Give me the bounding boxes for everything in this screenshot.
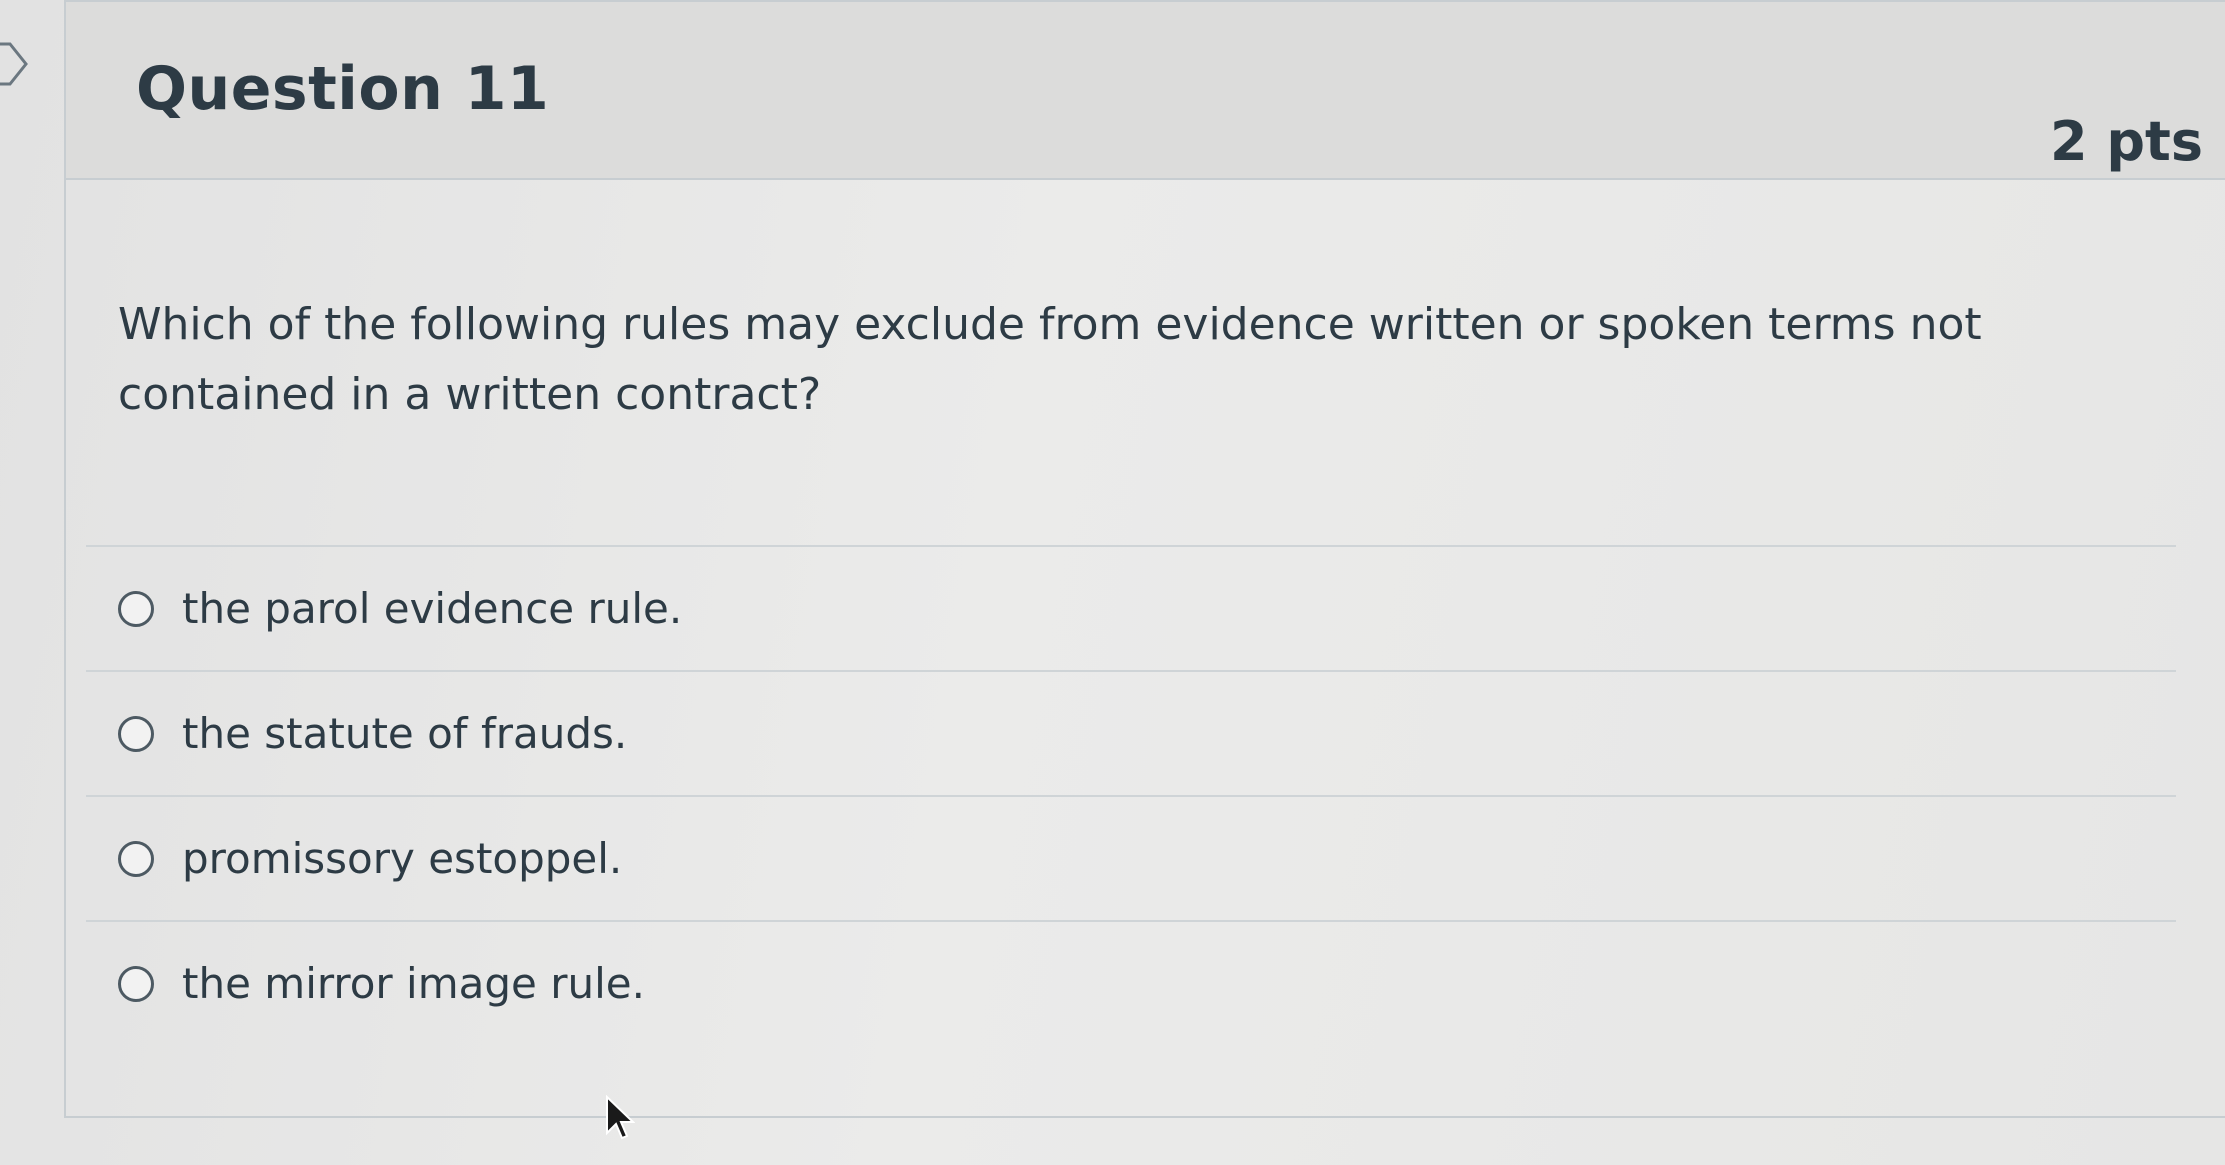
question-points: 2 pts bbox=[2050, 110, 2203, 173]
radio-unselected-icon[interactable] bbox=[118, 590, 154, 627]
flag-icon[interactable] bbox=[0, 42, 28, 86]
radio-unselected-icon[interactable] bbox=[118, 840, 154, 877]
quiz-screen: Question 11 2 pts Which of the following… bbox=[0, 0, 2225, 1165]
radio-unselected-icon[interactable] bbox=[118, 715, 154, 752]
answer-option-3[interactable]: promissory estoppel. bbox=[86, 795, 2176, 920]
mouse-cursor-icon bbox=[606, 1095, 635, 1140]
answer-label[interactable]: the statute of frauds. bbox=[182, 709, 627, 758]
radio-unselected-icon[interactable] bbox=[118, 965, 154, 1002]
question-title: Question 11 bbox=[136, 54, 550, 124]
answer-list: the parol evidence rule. the statute of … bbox=[86, 545, 2176, 1045]
answer-label[interactable]: promissory estoppel. bbox=[182, 834, 622, 883]
answer-option-2[interactable]: the statute of frauds. bbox=[86, 670, 2176, 795]
answer-option-4[interactable]: the mirror image rule. bbox=[86, 920, 2176, 1045]
question-header: Question 11 2 pts bbox=[66, 0, 2225, 180]
answer-option-1[interactable]: the parol evidence rule. bbox=[86, 545, 2176, 670]
answer-label[interactable]: the parol evidence rule. bbox=[182, 584, 682, 633]
question-card: Question 11 2 pts Which of the following… bbox=[64, 0, 2225, 1118]
question-text: Which of the following rules may exclude… bbox=[118, 299, 1982, 420]
answer-label[interactable]: the mirror image rule. bbox=[182, 959, 645, 1008]
